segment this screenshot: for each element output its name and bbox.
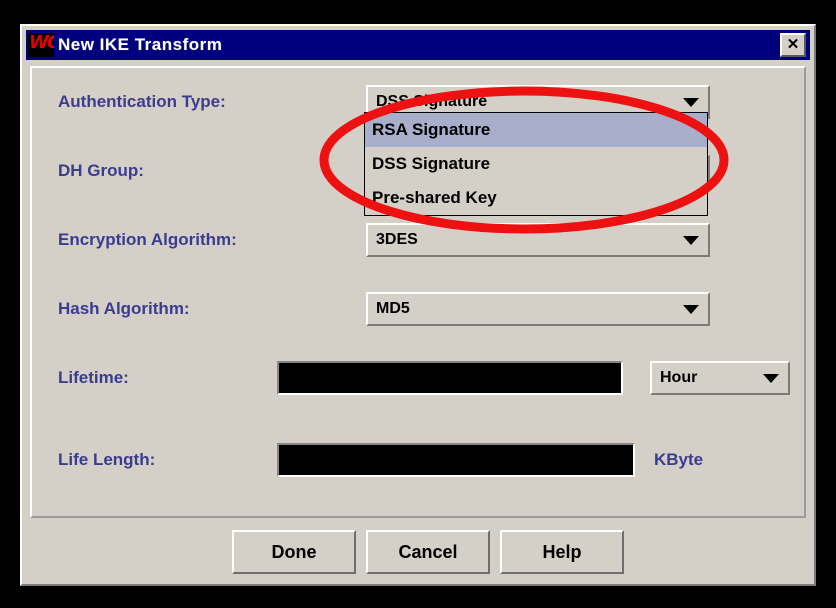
lifetime-input[interactable] (277, 361, 623, 395)
combo-hash-algorithm-value: MD5 (376, 300, 410, 317)
combo-lifetime-unit[interactable]: Hour (650, 361, 790, 395)
combo-hash-algorithm[interactable]: MD5 (366, 292, 710, 326)
row-hash-algorithm: Hash Algorithm: MD5 (32, 289, 804, 329)
combo-lifetime-unit-value: Hour (660, 369, 698, 386)
row-lifetime: Lifetime: Hour (32, 358, 804, 398)
title-bar: WG New IKE Transform ✕ (26, 30, 810, 60)
label-hash-algorithm: Hash Algorithm: (58, 299, 190, 318)
row-life-length: Life Length: KByte (32, 440, 804, 480)
label-encryption-algorithm: Encryption Algorithm: (58, 230, 237, 249)
watchguard-logo-icon: WG (28, 33, 54, 57)
label-lifetime: Lifetime: (58, 368, 129, 387)
dropdown-option-dss-signature[interactable]: DSS Signature (365, 147, 707, 181)
chevron-down-icon[interactable] (677, 90, 705, 114)
help-button[interactable]: Help (500, 530, 624, 574)
label-authentication-type: Authentication Type: (58, 92, 226, 111)
dialog-window: WG New IKE Transform ✕ Authentication Ty… (20, 24, 816, 586)
dropdown-option-rsa-signature[interactable]: RSA Signature (365, 113, 707, 147)
watchguard-logo-text: WG (29, 33, 54, 53)
close-icon[interactable]: ✕ (780, 33, 806, 57)
chevron-down-icon[interactable] (677, 297, 705, 321)
chevron-down-icon[interactable] (757, 366, 785, 390)
label-dh-group: DH Group: (58, 161, 144, 180)
screen: WG New IKE Transform ✕ Authentication Ty… (0, 0, 836, 608)
life-length-input[interactable] (277, 443, 635, 477)
row-encryption-algorithm: Encryption Algorithm: 3DES (32, 220, 804, 260)
cancel-button[interactable]: Cancel (366, 530, 490, 574)
label-life-length: Life Length: (58, 450, 156, 469)
combo-encryption-algorithm[interactable]: 3DES (366, 223, 710, 257)
auth-dropdown-list[interactable]: RSA Signature DSS Signature Pre-shared K… (364, 112, 708, 216)
label-life-length-unit: KByte (654, 450, 704, 469)
window-title: New IKE Transform (58, 35, 223, 54)
done-button[interactable]: Done (232, 530, 356, 574)
dropdown-option-pre-shared-key[interactable]: Pre-shared Key (365, 181, 707, 215)
button-bar: Done Cancel Help (22, 530, 814, 578)
chevron-down-icon[interactable] (677, 228, 705, 252)
combo-encryption-algorithm-value: 3DES (376, 231, 418, 248)
